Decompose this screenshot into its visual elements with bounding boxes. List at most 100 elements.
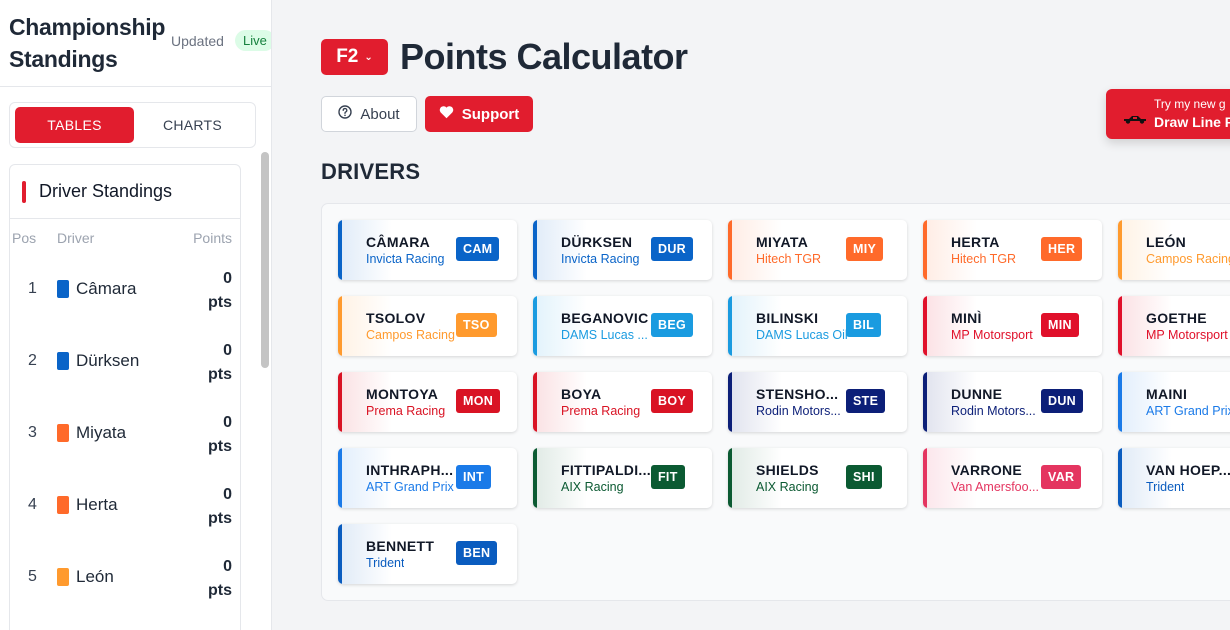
driver-card[interactable]: MIYATA Hitech TGR MIY <box>728 220 907 280</box>
driver-team: Invicta Racing <box>561 252 640 266</box>
driver-code-badge: MIY <box>846 237 884 261</box>
driver-name: SHIELDS <box>756 462 819 478</box>
driver-card[interactable]: CÂMARA Invicta Racing CAM <box>338 220 517 280</box>
points-value: 0 <box>223 486 232 503</box>
standings-row[interactable]: 5 León 0 pts <box>10 543 240 615</box>
driver-card[interactable]: BENNETT Trident BEN <box>338 524 517 584</box>
driver-code-badge: DUN <box>1041 389 1083 413</box>
driver-card[interactable]: VARRONE Van Amersfoo... VAR <box>923 448 1102 508</box>
driver-card[interactable]: TSOLOV Campos Racing TSO <box>338 296 517 356</box>
driver-card[interactable]: VAN HOEP...TridentVAN <box>1118 448 1230 508</box>
points-value: 0 <box>223 414 232 431</box>
driver-name: INTHRAPH... <box>366 462 454 478</box>
driver-standings-table: Driver Standings Pos Driver Points 1 Câma… <box>9 164 241 630</box>
driver-card[interactable]: FITTIPALDI... AIX Racing FIT <box>533 448 712 508</box>
driver-name: BOYA <box>561 386 602 402</box>
row-points: 0 pts <box>208 555 232 603</box>
team-color-fade <box>927 220 977 280</box>
driver-card[interactable]: BILINSKI DAMS Lucas Oil BIL <box>728 296 907 356</box>
team-color-fade <box>732 220 782 280</box>
driver-code-badge: DUR <box>651 237 693 261</box>
driver-team: ART Grand Prix <box>1146 404 1230 418</box>
heart-icon <box>439 105 454 123</box>
driver-card[interactable]: INTHRAPH... ART Grand Prix INT <box>338 448 517 508</box>
team-color-fade <box>342 220 392 280</box>
row-position: 1 <box>28 280 37 297</box>
standings-row[interactable]: 3 Miyata 0 pts <box>10 399 240 471</box>
promo-banner[interactable]: Try my new g Draw Line F <box>1106 89 1230 139</box>
series-selector-label: F2 <box>336 46 359 67</box>
driver-team: DAMS Lucas ... <box>561 328 648 342</box>
driver-name: DÜRKSEN <box>561 234 633 250</box>
driver-code-badge: BEG <box>651 313 693 337</box>
team-color-fade <box>342 524 392 584</box>
driver-code-badge: SHI <box>846 465 882 489</box>
driver-card[interactable]: DUNNE Rodin Motors... DUN <box>923 372 1102 432</box>
driver-card[interactable]: LEÓNCampos RacingLEO <box>1118 220 1230 280</box>
team-color-fade <box>732 296 782 356</box>
promo-title: Draw Line F <box>1154 114 1230 130</box>
driver-card[interactable]: BOYA Prema Racing BOY <box>533 372 712 432</box>
driver-name: GOETHE <box>1146 310 1207 326</box>
column-driver: Driver <box>57 230 95 246</box>
help-circle-icon <box>338 105 353 123</box>
driver-name: HERTA <box>951 234 1000 250</box>
row-driver-name: Câmara <box>76 279 137 298</box>
about-button[interactable]: About <box>321 96 417 132</box>
row-driver-name: Dürksen <box>76 351 140 370</box>
driver-code-badge: TSO <box>456 313 497 337</box>
driver-code-badge: BEN <box>456 541 498 565</box>
chevron-down-icon: ⌄ <box>364 51 373 63</box>
row-position: 2 <box>28 352 37 369</box>
driver-code-badge: BIL <box>846 313 882 337</box>
driver-team: AIX Racing <box>561 480 624 494</box>
driver-team: Hitech TGR <box>951 252 1017 266</box>
sidebar-header: Championship Standings Updated Live <box>0 0 271 87</box>
team-color-fade <box>537 372 587 432</box>
driver-name: CÂMARA <box>366 234 431 250</box>
standings-row[interactable]: 4 Herta 0 pts <box>10 471 240 543</box>
row-points: 0 pts <box>208 267 232 315</box>
driver-card[interactable]: GOETHEMP MotorsportGOE <box>1118 296 1230 356</box>
race-car-icon <box>1122 111 1148 129</box>
driver-card[interactable]: MINÌ MP Motorsport MIN <box>923 296 1102 356</box>
driver-team: Prema Racing <box>561 404 641 418</box>
points-unit: pts <box>208 366 232 383</box>
driver-code-badge: FIT <box>651 465 685 489</box>
driver-card[interactable]: STENSHO... Rodin Motors... STE <box>728 372 907 432</box>
driver-team: MP Motorsport <box>1146 328 1228 342</box>
team-color-swatch <box>57 424 69 442</box>
driver-name: VAN HOEP... <box>1146 462 1230 478</box>
team-color-fade <box>342 372 392 432</box>
driver-code-badge: MON <box>456 389 501 413</box>
tab-charts[interactable]: CHARTS <box>133 107 252 143</box>
driver-name: MINÌ <box>951 310 982 326</box>
series-selector-button[interactable]: F2 ⌄ <box>321 39 388 75</box>
driver-card[interactable]: HERTA Hitech TGR HER <box>923 220 1102 280</box>
team-color-fade <box>927 448 977 508</box>
driver-card[interactable]: MAINIART Grand PrixMAI <box>1118 372 1230 432</box>
row-position: 5 <box>28 568 37 585</box>
standings-row[interactable]: 2 Dürksen 0 pts <box>10 327 240 399</box>
driver-card[interactable]: MONTOYA Prema Racing MON <box>338 372 517 432</box>
team-color-fade <box>927 296 977 356</box>
driver-team: Trident <box>1146 480 1185 494</box>
team-color-fade <box>732 448 782 508</box>
sidebar-scrollbar[interactable] <box>261 152 269 368</box>
driver-card[interactable]: SHIELDS AIX Racing SHI <box>728 448 907 508</box>
driver-team: ART Grand Prix <box>366 480 454 494</box>
support-button[interactable]: Support <box>425 96 533 132</box>
row-points: 0 pts <box>208 411 232 459</box>
tab-tables[interactable]: TABLES <box>15 107 134 143</box>
team-color-fade <box>342 448 392 508</box>
driver-team: Trident <box>366 556 405 570</box>
column-pos: Pos <box>12 230 37 246</box>
team-color-fade <box>1122 372 1172 432</box>
standings-title: Driver Standings <box>39 181 173 201</box>
standings-row[interactable]: 1 Câmara 0 pts <box>10 255 240 327</box>
driver-team: Van Amersfoo... <box>951 480 1040 494</box>
driver-card[interactable]: DÜRKSEN Invicta Racing DUR <box>533 220 712 280</box>
driver-code-badge: CAM <box>456 237 500 261</box>
driver-card[interactable]: BEGANOVIC DAMS Lucas ... BEG <box>533 296 712 356</box>
team-color-fade <box>927 372 977 432</box>
